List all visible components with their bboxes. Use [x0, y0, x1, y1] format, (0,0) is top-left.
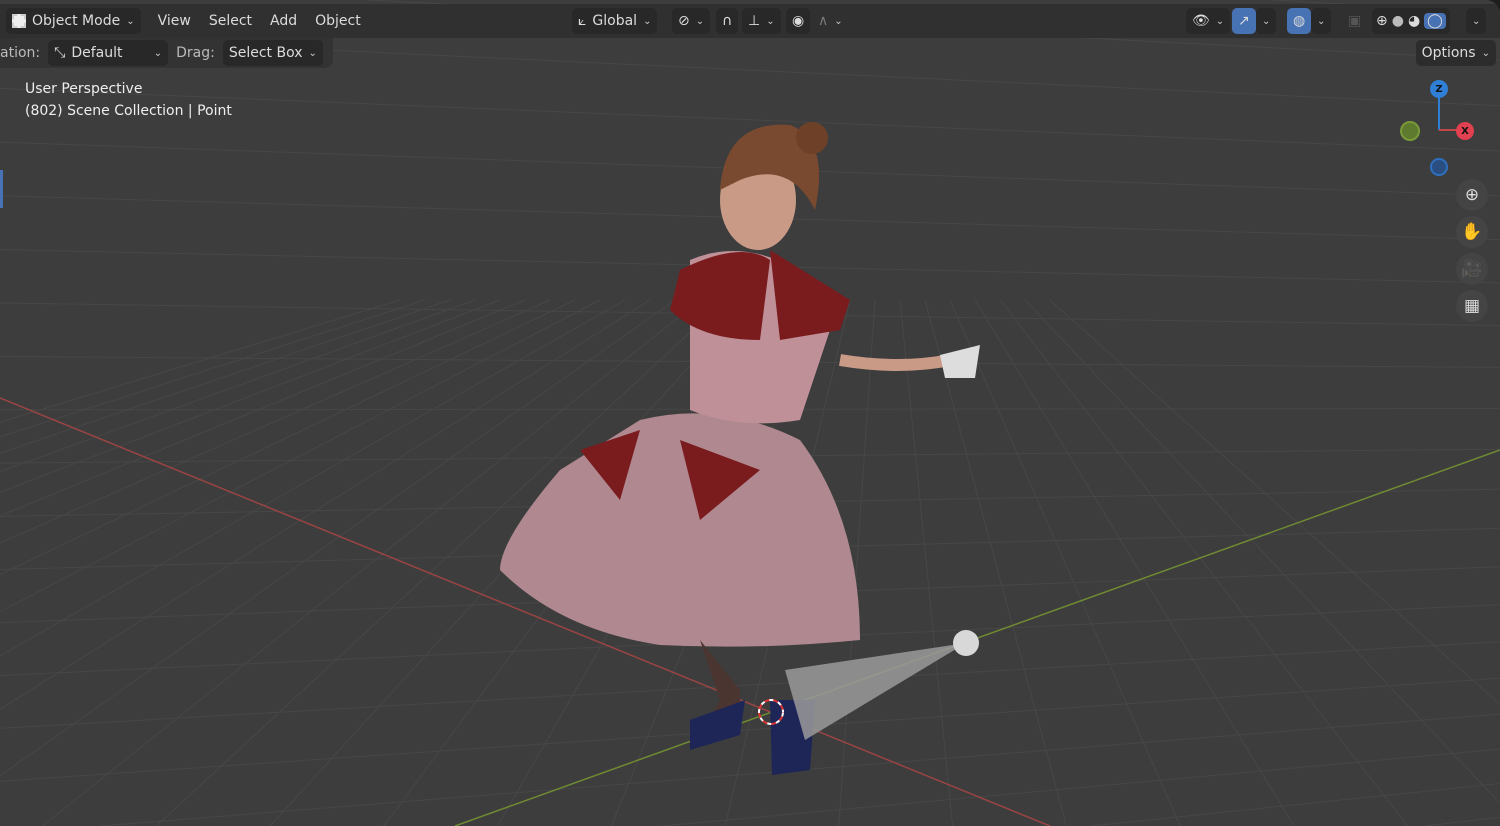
- overlays-icon: ◍: [1293, 13, 1306, 29]
- falloff-button[interactable]: ∧ ⌄: [812, 8, 849, 34]
- shading-modes: ⊕ ● ◕ ◯: [1372, 8, 1450, 34]
- menu-view[interactable]: View: [149, 13, 200, 29]
- chevron-down-icon: ⌄: [1215, 15, 1225, 27]
- transform-orientation-icon: ⟀: [578, 13, 587, 29]
- shading-dropdown[interactable]: ⌄: [1466, 8, 1487, 34]
- chevron-down-icon: ⌄: [153, 47, 163, 59]
- grid-line: [0, 299, 426, 438]
- menu-select[interactable]: Select: [200, 13, 261, 29]
- grid-line: [899, 299, 954, 826]
- proportional-edit-icon: ◉: [792, 13, 805, 29]
- orientation-label: ation:: [0, 45, 41, 61]
- chevron-down-icon: ⌄: [308, 47, 317, 59]
- tool-settings-bar: ation: ⤡ Default ⌄ Drag: Select Box ⌄: [0, 38, 333, 68]
- x-axis-line: [0, 397, 1051, 826]
- chevron-down-icon: ⌄: [834, 15, 843, 27]
- camera-icon: 🎥: [1461, 259, 1483, 279]
- toolbar-edge-indicator[interactable]: [0, 170, 3, 208]
- chevron-down-icon: ⌄: [643, 15, 652, 27]
- grid-line: [1090, 783, 1500, 826]
- gizmo-toggle[interactable]: ↗: [1232, 8, 1256, 34]
- selectability-button[interactable]: 👁 ⌄: [1186, 8, 1231, 34]
- pivot-point-button[interactable]: ⊘ ⌄: [672, 8, 711, 34]
- gizmo-icon: ↗: [1238, 13, 1250, 29]
- collection-info: (802) Scene Collection | Point: [25, 103, 232, 119]
- snap-toggle[interactable]: ∩: [716, 8, 739, 34]
- grid-line: [949, 299, 1181, 826]
- snap-target-button[interactable]: ⊥ ⌄: [742, 8, 781, 34]
- orientation-label: Global: [592, 13, 638, 29]
- perspective-toggle-button[interactable]: ▦: [1456, 290, 1488, 322]
- solid-shading-icon[interactable]: ●: [1392, 13, 1404, 29]
- xray-icon: ▣: [1348, 13, 1362, 29]
- menu-add[interactable]: Add: [261, 13, 306, 29]
- grid-line: [974, 299, 1295, 826]
- wireframe-shading-icon[interactable]: ⊕: [1376, 13, 1388, 29]
- mode-label: Object Mode: [32, 13, 121, 29]
- mode-selector[interactable]: Object Mode ⌄: [6, 8, 141, 34]
- view-name: User Perspective: [25, 81, 143, 97]
- eye-pointer-icon: 👁: [1192, 13, 1210, 29]
- chevron-down-icon: ⌄: [126, 15, 135, 27]
- menu-object[interactable]: Object: [306, 13, 370, 29]
- grid-line: [1024, 299, 1500, 804]
- chevron-down-icon: ⌄: [1317, 15, 1326, 27]
- viewport-header: Object Mode ⌄ View Select Add Object ⟀ Gl…: [0, 4, 1500, 38]
- falloff-curve-icon: ∧: [818, 13, 829, 29]
- chevron-down-icon: ⌄: [1262, 15, 1271, 27]
- light-object[interactable]: [785, 630, 979, 740]
- zoom-view-button[interactable]: ⊕: [1456, 179, 1488, 211]
- gizmo-neg-z-axis[interactable]: [1430, 158, 1448, 176]
- material-preview-icon[interactable]: ◕: [1408, 13, 1420, 29]
- camera-view-button[interactable]: 🎥: [1456, 253, 1488, 285]
- 3d-viewport[interactable]: Object Mode ⌄ View Select Add Object ⟀ Gl…: [0, 0, 1500, 826]
- magnet-icon: ∩: [722, 13, 733, 29]
- options-dropdown[interactable]: Options ⌄: [1415, 40, 1496, 66]
- chevron-down-icon: ⌄: [766, 15, 775, 27]
- chevron-down-icon: ⌄: [1481, 47, 1490, 59]
- pivot-icon: ⊘: [678, 13, 690, 29]
- snap-increment-icon: ⊥: [748, 13, 761, 29]
- grid-line: [0, 641, 1500, 729]
- rendered-shading-icon[interactable]: ◯: [1424, 13, 1446, 29]
- viewport-grid: [0, 0, 1500, 826]
- chevron-down-icon: ⌄: [1472, 15, 1481, 27]
- grid-line: [1425, 816, 1500, 826]
- hand-icon: ✋: [1461, 222, 1483, 242]
- grid-line: [0, 299, 551, 544]
- options-label: Options: [1421, 45, 1476, 61]
- overlays-dropdown[interactable]: ⌄: [1311, 8, 1332, 34]
- transform-orientation-dropdown[interactable]: ⤡ Default ⌄: [48, 40, 169, 66]
- xray-toggle[interactable]: ▣: [1342, 8, 1367, 34]
- pan-view-button[interactable]: ✋: [1456, 216, 1488, 248]
- gizmo-neg-y-axis[interactable]: [1400, 121, 1420, 141]
- proportional-edit-toggle[interactable]: ◉: [786, 8, 811, 34]
- gizmo-dropdown[interactable]: ⌄: [1256, 8, 1277, 34]
- drag-dropdown[interactable]: Select Box ⌄: [222, 40, 323, 66]
- drag-value: Select Box: [228, 45, 303, 61]
- grid-line: [0, 299, 476, 473]
- orientation-value: Default: [71, 45, 123, 61]
- grid-line: [999, 299, 1409, 826]
- grid-line: [924, 299, 1067, 826]
- viewport-info: User Perspective (802) Scene Collection …: [25, 78, 232, 122]
- overlays-toggle[interactable]: ◍: [1287, 8, 1312, 34]
- grid-line: [0, 677, 1500, 782]
- drag-label: Drag:: [176, 45, 215, 61]
- grid-line: [0, 299, 526, 517]
- zoom-icon: ⊕: [1464, 185, 1480, 205]
- gizmo-x-axis[interactable]: X: [1456, 122, 1474, 140]
- orientation-axes-icon: ⤡: [54, 45, 66, 61]
- grid-line: [0, 299, 501, 493]
- grid-line: [0, 299, 451, 454]
- object-mode-icon: [12, 14, 26, 28]
- grid-perspective-icon: ▦: [1463, 296, 1481, 316]
- orientation-selector[interactable]: ⟀ Global ⌄: [572, 8, 658, 34]
- grid-line: [0, 299, 576, 576]
- chevron-down-icon: ⌄: [695, 15, 705, 27]
- gizmo-z-axis[interactable]: Z: [1430, 80, 1448, 98]
- grid-line: [1049, 299, 1500, 705]
